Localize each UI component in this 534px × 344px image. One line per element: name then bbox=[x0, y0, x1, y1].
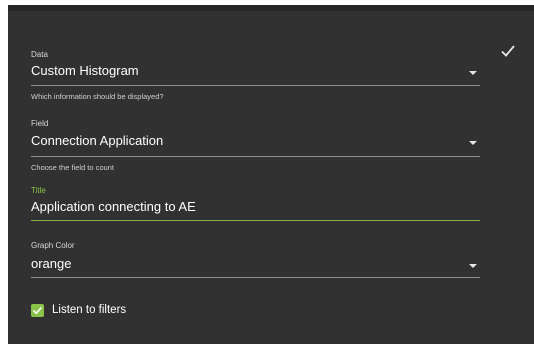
listen-to-filters-checkbox[interactable] bbox=[31, 304, 44, 317]
listen-to-filters-checkbox-row[interactable]: Listen to filters bbox=[31, 11, 480, 331]
widget-settings-panel: Data Custom Histogram Which information … bbox=[8, 5, 534, 344]
checkmark-icon bbox=[32, 306, 43, 315]
check-icon[interactable] bbox=[500, 44, 516, 58]
listen-to-filters-label: Listen to filters bbox=[52, 304, 127, 316]
